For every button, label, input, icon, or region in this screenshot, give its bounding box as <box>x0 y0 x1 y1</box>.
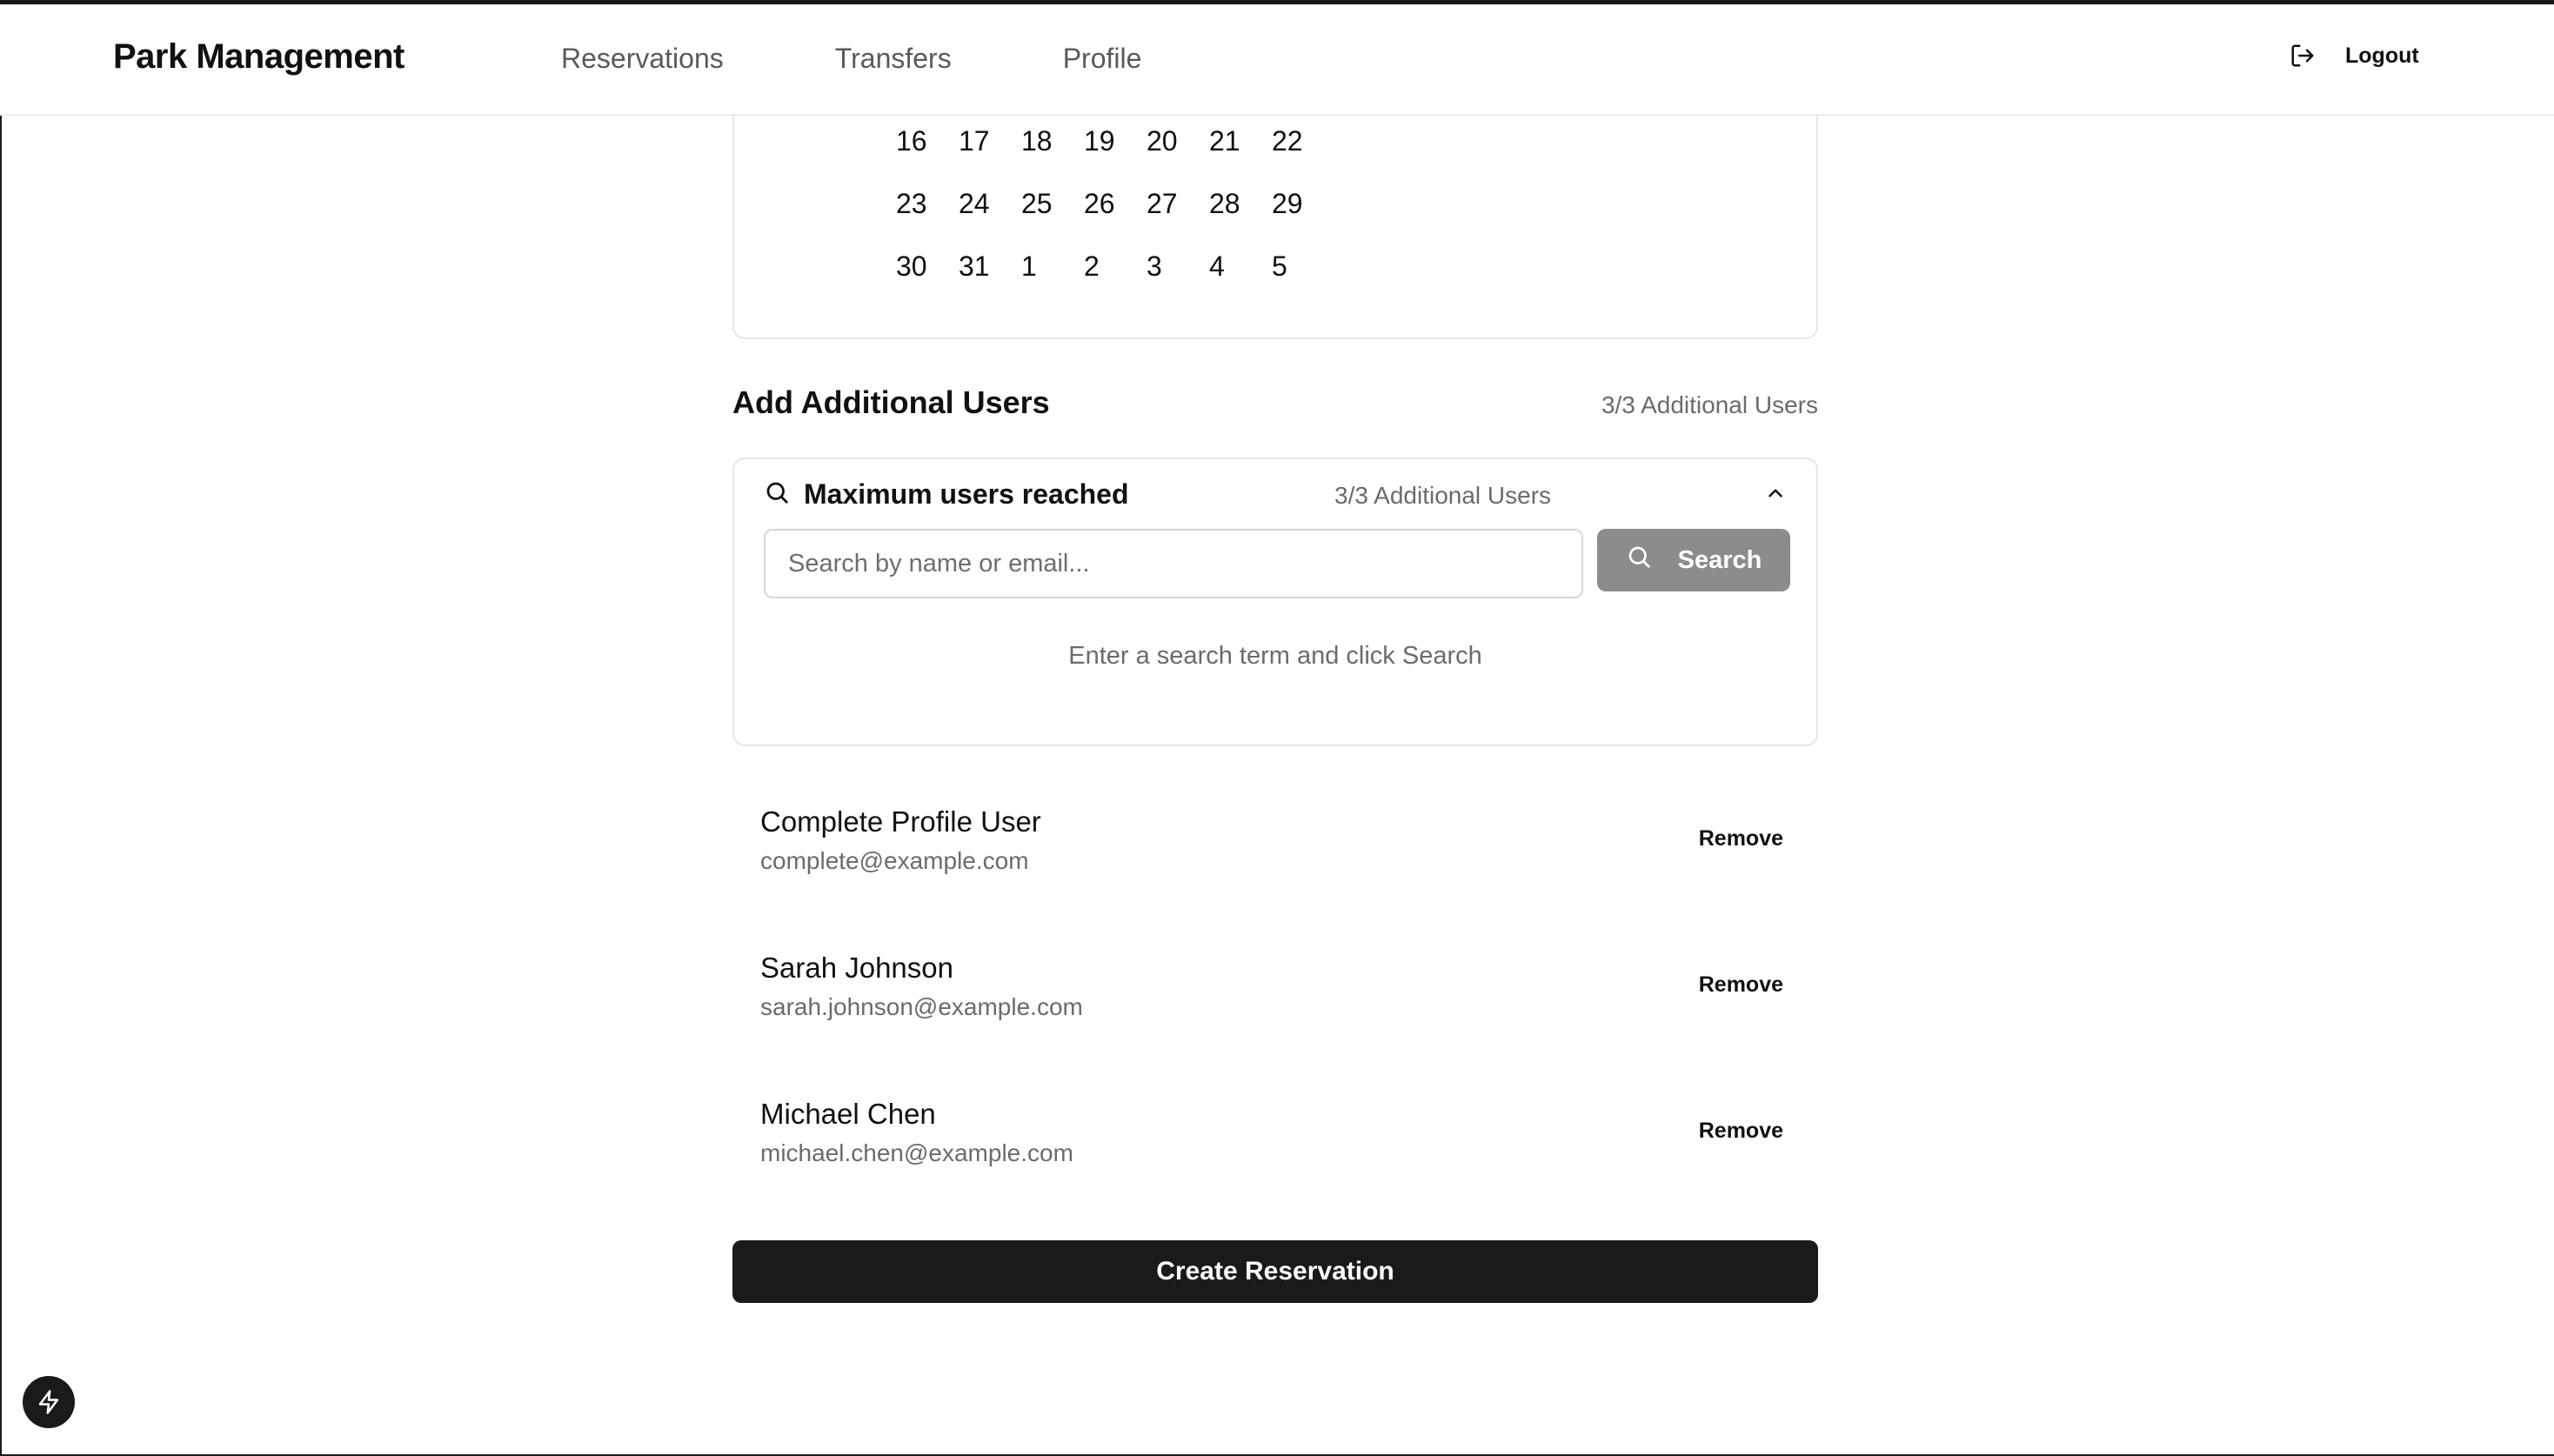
calendar-day[interactable]: 1 <box>1021 250 1084 283</box>
calendar-day[interactable]: 5 <box>1272 250 1334 283</box>
calendar-grid: 16 17 18 19 20 21 22 23 24 25 26 27 28 2… <box>896 110 1334 297</box>
calendar-day[interactable]: 29 <box>1272 188 1334 220</box>
calendar-day[interactable]: 19 <box>1084 125 1147 157</box>
remove-user-button[interactable]: Remove <box>1699 1119 1783 1144</box>
calendar-day[interactable]: 2 <box>1084 250 1147 283</box>
calendar-day[interactable]: 18 <box>1021 125 1084 157</box>
nav-profile[interactable]: Profile <box>1063 43 1142 75</box>
selected-users-list: Complete Profile User complete@example.c… <box>732 783 1818 1221</box>
calendar-day[interactable]: 17 <box>959 125 1021 157</box>
calendar-day[interactable]: 24 <box>959 188 1021 220</box>
user-name: Complete Profile User <box>760 805 1041 838</box>
section-title: Add Additional Users <box>732 384 1050 420</box>
user-email: complete@example.com <box>760 847 1029 874</box>
calendar-day[interactable]: 21 <box>1209 125 1272 157</box>
nav-transfers[interactable]: Transfers <box>835 43 952 75</box>
calendar-day[interactable]: 26 <box>1084 188 1147 220</box>
calendar-week: 30 31 1 2 3 4 5 <box>896 235 1334 297</box>
list-item: Complete Profile User complete@example.c… <box>732 783 1818 929</box>
list-item: Michael Chen michael.chen@example.com Re… <box>732 1075 1818 1221</box>
user-email: michael.chen@example.com <box>760 1139 1073 1166</box>
calendar-day[interactable]: 22 <box>1272 125 1334 157</box>
lightning-icon[interactable] <box>23 1376 75 1428</box>
user-name: Sarah Johnson <box>760 952 953 984</box>
search-panel-title: Maximum users reached <box>804 478 1129 510</box>
main-nav: Reservations Transfers Profile <box>561 43 1141 75</box>
top-navbar: Park Management Reservations Transfers P… <box>0 4 2554 116</box>
calendar-day[interactable]: 25 <box>1021 188 1084 220</box>
user-email: sarah.johnson@example.com <box>760 993 1083 1020</box>
user-search-panel: Maximum users reached 3/3 Additional Use… <box>732 458 1818 746</box>
search-hint: Enter a search term and click Search <box>1068 642 1482 670</box>
calendar-week: 16 17 18 19 20 21 22 <box>896 110 1334 172</box>
search-panel-header: Maximum users reached <box>764 478 1129 511</box>
calendar-day[interactable]: 27 <box>1147 188 1209 220</box>
search-panel-count: 3/3 Additional Users <box>1334 482 1552 509</box>
create-reservation-button[interactable]: Create Reservation <box>732 1240 1818 1303</box>
remove-user-button[interactable]: Remove <box>1699 972 1783 998</box>
remove-user-button[interactable]: Remove <box>1699 826 1783 852</box>
logout-label: Logout <box>2345 43 2419 68</box>
search-button-label: Search <box>1677 545 1762 574</box>
calendar-day[interactable]: 31 <box>959 250 1021 283</box>
logout-button[interactable]: Logout <box>2290 43 2419 69</box>
additional-users-count: 3/3 Additional Users <box>1601 391 1818 418</box>
search-icon <box>1626 544 1652 577</box>
page: 16 17 18 19 20 21 22 23 24 25 26 27 28 2… <box>0 0 2554 1456</box>
user-search-input[interactable] <box>764 529 1583 598</box>
calendar-day[interactable]: 20 <box>1147 125 1209 157</box>
calendar-week: 23 24 25 26 27 28 29 <box>896 172 1334 235</box>
calendar-day[interactable]: 30 <box>896 250 959 283</box>
brand-title[interactable]: Park Management <box>113 37 404 77</box>
search-button[interactable]: Search <box>1597 529 1790 591</box>
chevron-up-icon[interactable] <box>1764 482 1787 509</box>
user-name: Michael Chen <box>760 1098 936 1130</box>
nav-reservations[interactable]: Reservations <box>561 43 724 75</box>
calendar-day[interactable]: 28 <box>1209 188 1272 220</box>
logout-icon <box>2290 43 2316 69</box>
calendar-day[interactable]: 3 <box>1147 250 1209 283</box>
calendar-day[interactable]: 4 <box>1209 250 1272 283</box>
calendar-day[interactable]: 16 <box>896 125 959 157</box>
list-item: Sarah Johnson sarah.johnson@example.com … <box>732 929 1818 1075</box>
left-frame-edge <box>0 0 2 1456</box>
search-icon <box>764 479 790 510</box>
calendar-day[interactable]: 23 <box>896 188 959 220</box>
